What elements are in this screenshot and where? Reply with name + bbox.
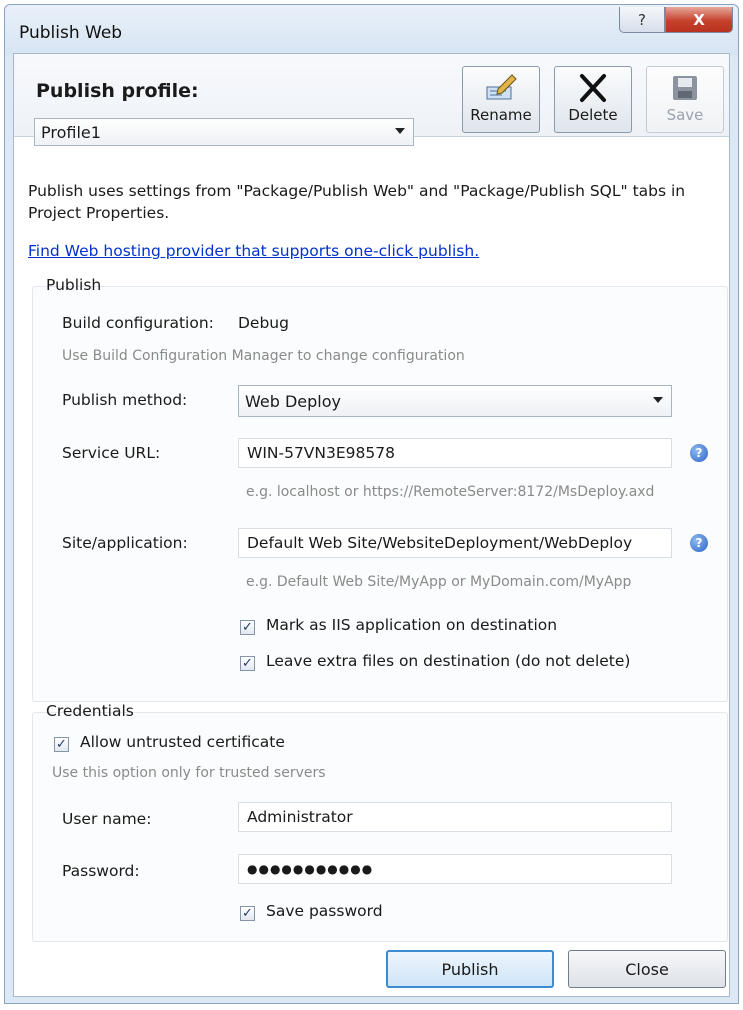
close-button[interactable]: Close: [568, 950, 726, 988]
leave-extra-files-label: Leave extra files on destination (do not…: [266, 652, 631, 670]
publish-web-dialog: Publish Web ? X Publish profile: Profile…: [4, 4, 739, 1004]
help-button[interactable]: ?: [619, 7, 665, 33]
publish-method-label: Publish method:: [62, 391, 188, 409]
profile-select[interactable]: Profile1: [34, 118, 414, 146]
profile-panel: Publish profile: Profile1 Rename Delete …: [14, 54, 729, 146]
title-bar: Publish Web ? X: [5, 5, 738, 55]
allow-untrusted-checkbox[interactable]: ✓: [54, 737, 69, 752]
profile-select-value: Profile1: [41, 122, 101, 142]
credentials-group-title: Credentials: [46, 702, 134, 720]
save-password-label: Save password: [266, 902, 383, 920]
build-config-hint: Use Build Configuration Manager to chang…: [62, 348, 465, 364]
rename-label: Rename: [470, 106, 532, 124]
publish-button[interactable]: Publish: [386, 950, 554, 988]
description-text: Publish uses settings from "Package/Publ…: [28, 182, 686, 222]
username-label: User name:: [62, 810, 152, 828]
allow-untrusted-label: Allow untrusted certificate: [80, 733, 285, 751]
save-label: Save: [666, 106, 704, 124]
publish-method-value: Web Deploy: [245, 391, 341, 411]
service-url-input[interactable]: WIN-57VN3E98578: [238, 438, 672, 468]
chevron-down-icon: [653, 397, 663, 403]
service-url-label: Service URL:: [62, 444, 161, 462]
build-config-label: Build configuration:: [62, 314, 214, 332]
help-icon[interactable]: ?: [690, 444, 708, 462]
save-disk-icon: [670, 73, 700, 107]
delete-button[interactable]: Delete: [554, 66, 632, 133]
rename-icon: [484, 73, 518, 107]
trusted-servers-hint: Use this option only for trusted servers: [52, 765, 326, 781]
password-input[interactable]: ●●●●●●●●●●●: [238, 854, 672, 884]
mark-iis-checkbox[interactable]: ✓: [240, 620, 255, 635]
mark-iis-label: Mark as IIS application on destination: [266, 616, 558, 634]
help-icon[interactable]: ?: [690, 534, 708, 552]
rename-button[interactable]: Rename: [462, 66, 540, 133]
close-window-button[interactable]: X: [665, 7, 733, 33]
publish-method-select[interactable]: Web Deploy: [238, 385, 672, 417]
save-password-checkbox[interactable]: ✓: [240, 906, 255, 921]
site-application-hint: e.g. Default Web Site/MyApp or MyDomain.…: [246, 574, 632, 590]
delete-label: Delete: [568, 106, 618, 124]
profile-heading: Publish profile:: [36, 80, 199, 102]
service-url-hint: e.g. localhost or https://RemoteServer:8…: [246, 484, 655, 500]
chevron-down-icon: [395, 128, 405, 134]
site-application-label: Site/application:: [62, 534, 188, 552]
window-title: Publish Web: [19, 23, 123, 43]
hosting-provider-link[interactable]: Find Web hosting provider that supports …: [28, 242, 479, 260]
password-label: Password:: [62, 862, 140, 880]
leave-extra-files-checkbox[interactable]: ✓: [240, 656, 255, 671]
build-config-value: Debug: [238, 314, 289, 332]
site-application-input[interactable]: Default Web Site/WebsiteDeployment/WebDe…: [238, 528, 672, 558]
delete-x-icon: [576, 73, 610, 107]
username-input[interactable]: Administrator: [238, 802, 672, 832]
save-profile-button[interactable]: Save: [646, 66, 724, 133]
publish-group-title: Publish: [46, 276, 102, 294]
dialog-body: Publish profile: Profile1 Rename Delete …: [13, 53, 730, 997]
